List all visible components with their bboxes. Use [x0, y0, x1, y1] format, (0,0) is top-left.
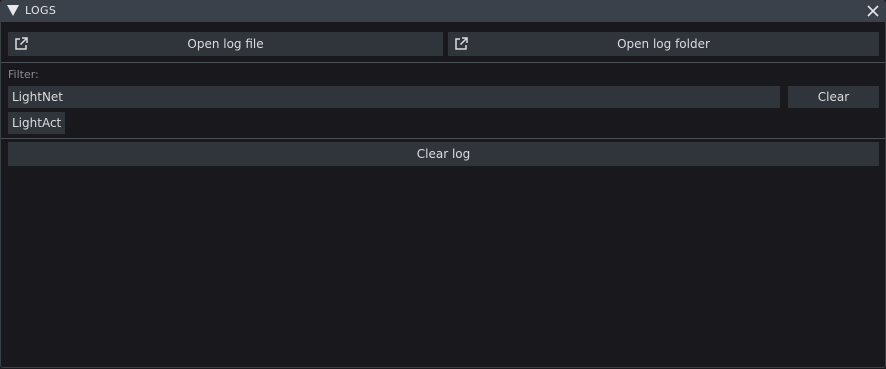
open-log-file-button[interactable]: Open log file [8, 32, 443, 56]
filter-input[interactable] [8, 86, 780, 108]
clear-filter-label: Clear [817, 90, 850, 104]
panel-title: LOGS [25, 4, 57, 17]
filter-label: Filter: [8, 68, 39, 81]
open-log-folder-label: Open log folder [617, 37, 710, 51]
clear-log-label: Clear log [416, 147, 471, 161]
open-log-folder-button[interactable]: Open log folder [448, 32, 879, 56]
external-link-icon [15, 37, 28, 50]
external-link-icon [455, 37, 468, 50]
close-icon[interactable] [865, 3, 881, 19]
divider [1, 138, 885, 139]
clear-filter-button[interactable]: Clear [788, 86, 879, 108]
title-bar[interactable]: LOGS [1, 1, 885, 22]
filter-tag[interactable]: LightAct [8, 112, 66, 134]
logs-panel: LOGS Open log file Open log folder Filte… [0, 0, 886, 368]
log-output-area[interactable] [1, 169, 885, 365]
divider [1, 62, 885, 63]
clear-log-button[interactable]: Clear log [8, 142, 879, 166]
triangle-down-icon[interactable] [7, 5, 19, 16]
open-log-file-label: Open log file [187, 37, 264, 51]
